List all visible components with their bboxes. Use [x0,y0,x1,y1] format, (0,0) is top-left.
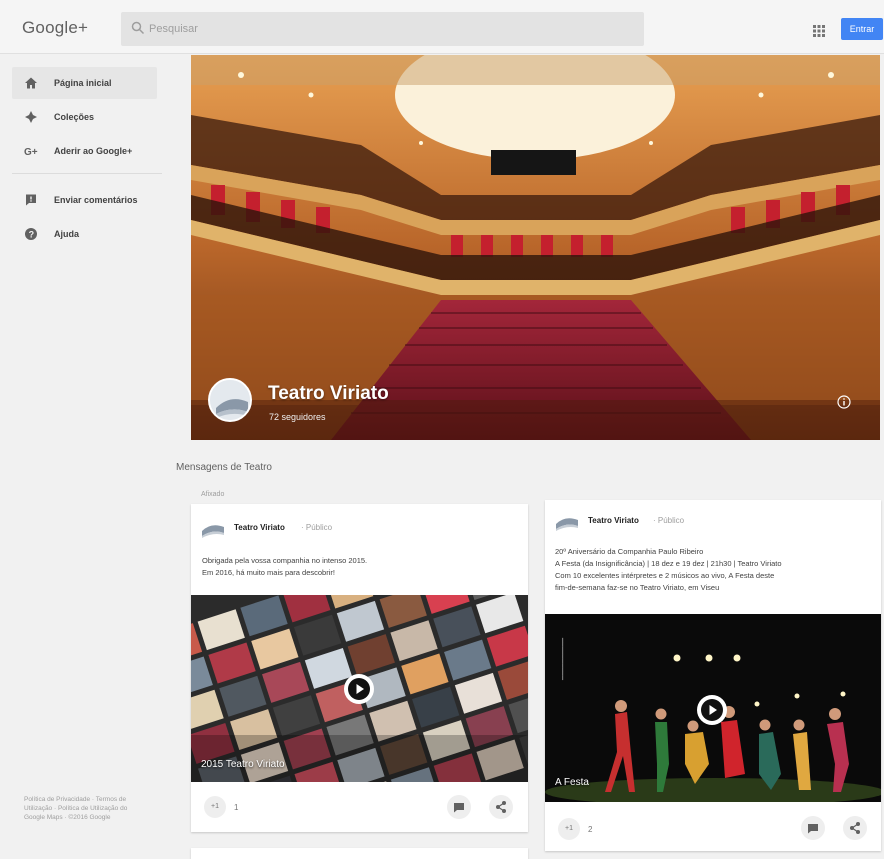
sidebar-item-label: Enviar comentários [54,195,138,205]
sidebar-item-home[interactable]: Página inicial [12,67,157,99]
comment-button[interactable] [447,795,471,819]
comment-icon [454,803,464,813]
share-icon [850,822,860,834]
profile-name: Teatro Viriato [268,383,389,404]
sidebar-item-feedback[interactable]: Enviar comentários [12,184,157,216]
sidebar-item-join[interactable]: G+ Aderir ao Google+ [12,135,157,167]
share-button[interactable] [489,795,513,819]
post-text-line: A Festa (da Insignificância) | 18 dez e … [555,559,782,568]
play-button[interactable] [697,695,727,725]
play-icon [701,699,723,721]
post-video[interactable]: 2015 Teatro Viriato [191,595,528,782]
comment-icon [808,824,818,834]
play-button[interactable] [344,674,374,704]
plus-one-count: 1 [234,803,239,812]
search-icon [131,21,145,35]
post-video[interactable]: ━━━━━━━━━━ A Festa [545,614,881,802]
plus-one-button[interactable]: +1 [204,796,226,818]
svg-text:G+: G+ [24,147,38,158]
sidebar-item-label: Página inicial [54,78,112,88]
sidebar-item-help[interactable]: ? Ajuda [12,218,157,250]
sign-in-button[interactable]: Entrar [841,18,883,40]
sidebar-footer-links[interactable]: Política de Privacidade · Termos de Util… [24,795,134,822]
post-visibility: · Público [653,516,685,525]
comment-button[interactable] [801,816,825,840]
post-visibility: · Público [301,523,333,532]
followers-count[interactable]: 72 seguidores [269,412,326,422]
sidebar: Página inicial Coleções G+ Aderir ao Goo… [0,55,170,859]
video-caption: A Festa [555,777,589,788]
profile-avatar[interactable] [208,378,252,422]
info-icon[interactable] [837,395,851,409]
post-card: Teatro Viriato · Público 20º Aniversário… [545,500,881,851]
svg-text:?: ? [29,230,34,240]
plus-one-count: 2 [588,825,593,834]
post-text-line: 20º Aniversário da Companhia Paulo Ribei… [555,547,704,556]
post-text-line: Em 2016, há muito mais para descobrir! [202,568,335,577]
search-input[interactable] [149,19,629,39]
sidebar-item-label: Ajuda [54,229,80,239]
section-title: Mensagens de Teatro [176,462,272,473]
post-author[interactable]: Teatro Viriato [588,516,639,525]
author-avatar[interactable] [555,512,579,532]
collections-icon [25,111,37,123]
post-card: Teatro Viriato · Público Obrigada pela v… [191,504,528,832]
post-text-line: fim-de-semana faz-se no Teatro Viriato, … [555,583,720,592]
profile-cover: Teatro Viriato 72 seguidores [191,55,880,440]
post-text-line: Obrigada pela vossa companhia no intenso… [202,556,368,565]
share-button[interactable] [843,816,867,840]
sidebar-item-collections[interactable]: Coleções [12,101,157,133]
post-card-next [191,848,528,859]
search-box[interactable] [121,12,644,46]
help-icon: ? [25,228,37,240]
post-author[interactable]: Teatro Viriato [234,523,285,532]
post-text-line: Com 10 excelentes intérpretes e 2 músico… [555,571,775,580]
sidebar-divider [12,173,162,174]
top-bar: Google+ Entrar [0,0,884,54]
svg-text:━━━━━━━━━━: ━━━━━━━━━━ [560,637,567,681]
video-caption: 2015 Teatro Viriato [201,759,285,770]
sidebar-item-label: Coleções [54,112,95,122]
google-plus-icon: G+ [24,147,38,158]
author-avatar[interactable] [201,519,225,539]
play-icon [348,678,370,700]
google-plus-logo[interactable]: Google+ [22,18,88,38]
plus-one-button[interactable]: +1 [558,818,580,840]
home-icon [25,77,37,89]
pinned-label: Afixado [201,491,225,498]
share-icon [496,801,506,813]
feedback-icon [26,194,36,206]
apps-grid-icon[interactable] [812,24,826,38]
sidebar-item-label: Aderir ao Google+ [54,146,133,156]
